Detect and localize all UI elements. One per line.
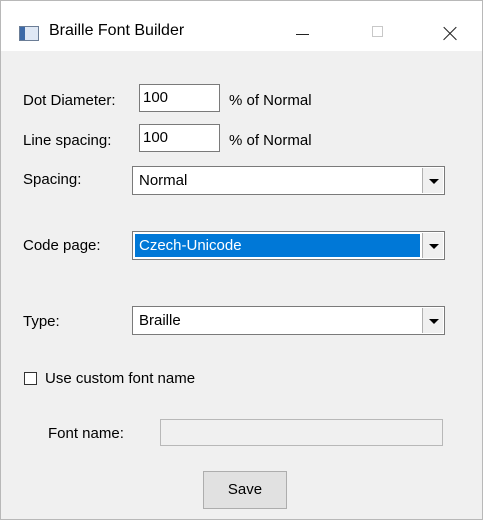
app-window-icon: [19, 26, 39, 41]
type-label: Type:: [23, 313, 60, 330]
code-page-dropdown[interactable]: Czech-Unicode: [132, 231, 445, 260]
type-selected-value: Braille: [139, 312, 181, 329]
code-page-label: Code page:: [23, 237, 101, 254]
spacing-dropdown[interactable]: Normal: [132, 166, 445, 195]
minimize-icon[interactable]: [279, 15, 325, 47]
custom-font-label[interactable]: Use custom font name: [45, 370, 195, 387]
dot-diameter-label: Dot Diameter:: [23, 92, 116, 109]
main-window: Braille Font Builder Dot Diameter: 100 %…: [0, 0, 483, 520]
window-title: Braille Font Builder: [49, 22, 185, 39]
line-spacing-unit: % of Normal: [229, 132, 312, 149]
dot-diameter-input[interactable]: 100: [139, 84, 220, 112]
spacing-label: Spacing:: [23, 171, 82, 188]
custom-font-checkbox[interactable]: [24, 372, 37, 385]
maximize-icon: [355, 15, 401, 47]
font-name-label: Font name:: [48, 425, 124, 442]
font-name-input: [160, 419, 443, 446]
chevron-down-icon[interactable]: [422, 168, 443, 193]
line-spacing-input[interactable]: 100: [139, 124, 220, 152]
spacing-selected-value: Normal: [139, 172, 188, 189]
title-bar[interactable]: Braille Font Builder: [1, 1, 482, 51]
close-icon[interactable]: [425, 15, 471, 47]
chevron-down-icon[interactable]: [422, 233, 443, 258]
dot-diameter-unit: % of Normal: [229, 92, 312, 109]
save-button[interactable]: Save: [203, 471, 287, 509]
line-spacing-label: Line spacing:: [23, 132, 112, 149]
code-page-selected-value: Czech-Unicode: [135, 234, 420, 257]
chevron-down-icon[interactable]: [422, 308, 443, 333]
type-dropdown[interactable]: Braille: [132, 306, 445, 335]
